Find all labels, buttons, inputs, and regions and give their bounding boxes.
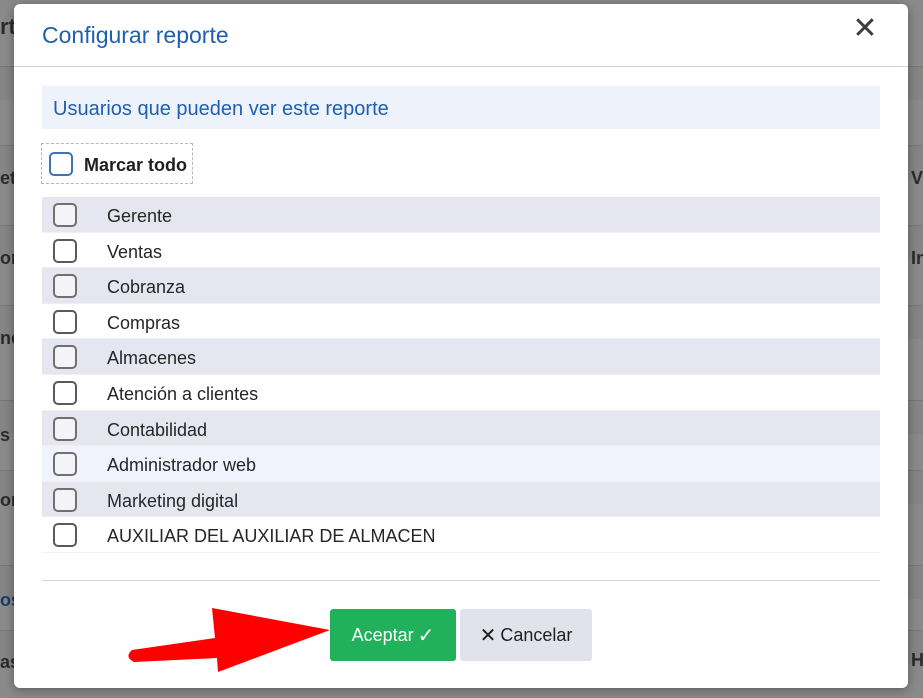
accept-button-label: Aceptar (351, 624, 414, 645)
list-item[interactable]: Almacenes (42, 339, 880, 375)
background-text: H (911, 650, 923, 670)
user-label: AUXILIAR DEL AUXILIAR DE ALMACEN (107, 526, 436, 547)
users-section-title: Usuarios que pueden ver este reporte (53, 98, 389, 120)
cancel-button-label: Cancelar (500, 624, 573, 645)
select-all-checkbox[interactable]: Marcar todo (41, 143, 193, 184)
list-item[interactable]: Contabilidad (42, 410, 880, 447)
users-section-header: Usuarios que pueden ver este reporte (42, 86, 880, 129)
user-checkbox[interactable] (53, 274, 77, 299)
cancel-button[interactable]: ✕ Cancelar (460, 609, 592, 661)
user-list: Gerente Ventas Cobranza Compras Almacene… (42, 197, 880, 553)
user-label: Marketing digital (107, 490, 239, 511)
list-item[interactable]: Marketing digital (42, 481, 880, 518)
list-item[interactable]: Administrador web (42, 446, 880, 482)
user-label: Ventas (107, 241, 163, 262)
list-item[interactable]: Gerente (42, 197, 880, 233)
footer-divider (42, 580, 880, 581)
user-checkbox[interactable] (53, 203, 77, 227)
background-text: In (911, 248, 923, 268)
user-checkbox[interactable] (53, 380, 77, 405)
user-checkbox[interactable] (53, 238, 77, 263)
check-icon: ✓ (417, 624, 435, 647)
background-text: s (0, 425, 11, 445)
user-label: Administrador web (107, 455, 257, 476)
dialog-header: Configurar reporte ✕ (14, 4, 908, 67)
user-checkbox[interactable] (53, 523, 77, 548)
select-all-checkbox-box[interactable] (49, 152, 73, 176)
select-all-label: Marcar todo (84, 155, 188, 175)
user-checkbox[interactable] (53, 345, 77, 370)
red-arrow-icon (128, 608, 330, 672)
background-text: V (911, 168, 923, 188)
user-label: Gerente (107, 206, 173, 226)
accept-button[interactable]: Aceptar ✓ (330, 609, 456, 661)
configure-report-dialog: Configurar reporte ✕ Usuarios que pueden… (14, 4, 908, 688)
dialog-title: Configurar reporte (42, 22, 229, 48)
list-item[interactable]: Ventas (42, 233, 880, 269)
list-item[interactable]: Compras (42, 304, 880, 340)
user-label: Compras (107, 312, 181, 333)
user-checkbox[interactable] (53, 416, 77, 441)
list-item[interactable]: Atención a clientes (42, 375, 880, 411)
list-item[interactable]: AUXILIAR DEL AUXILIAR DE ALMACEN (42, 517, 880, 553)
user-label: Atención a clientes (107, 383, 259, 404)
user-label: Almacenes (107, 348, 197, 369)
list-item[interactable]: Cobranza (42, 268, 880, 304)
close-icon: ✕ (479, 624, 497, 647)
user-label: Contabilidad (107, 419, 208, 440)
user-label: Cobranza (107, 277, 186, 298)
user-checkbox[interactable] (53, 452, 77, 477)
close-icon[interactable]: ✕ (852, 14, 878, 44)
user-checkbox[interactable] (53, 309, 77, 334)
user-checkbox[interactable] (53, 487, 77, 512)
